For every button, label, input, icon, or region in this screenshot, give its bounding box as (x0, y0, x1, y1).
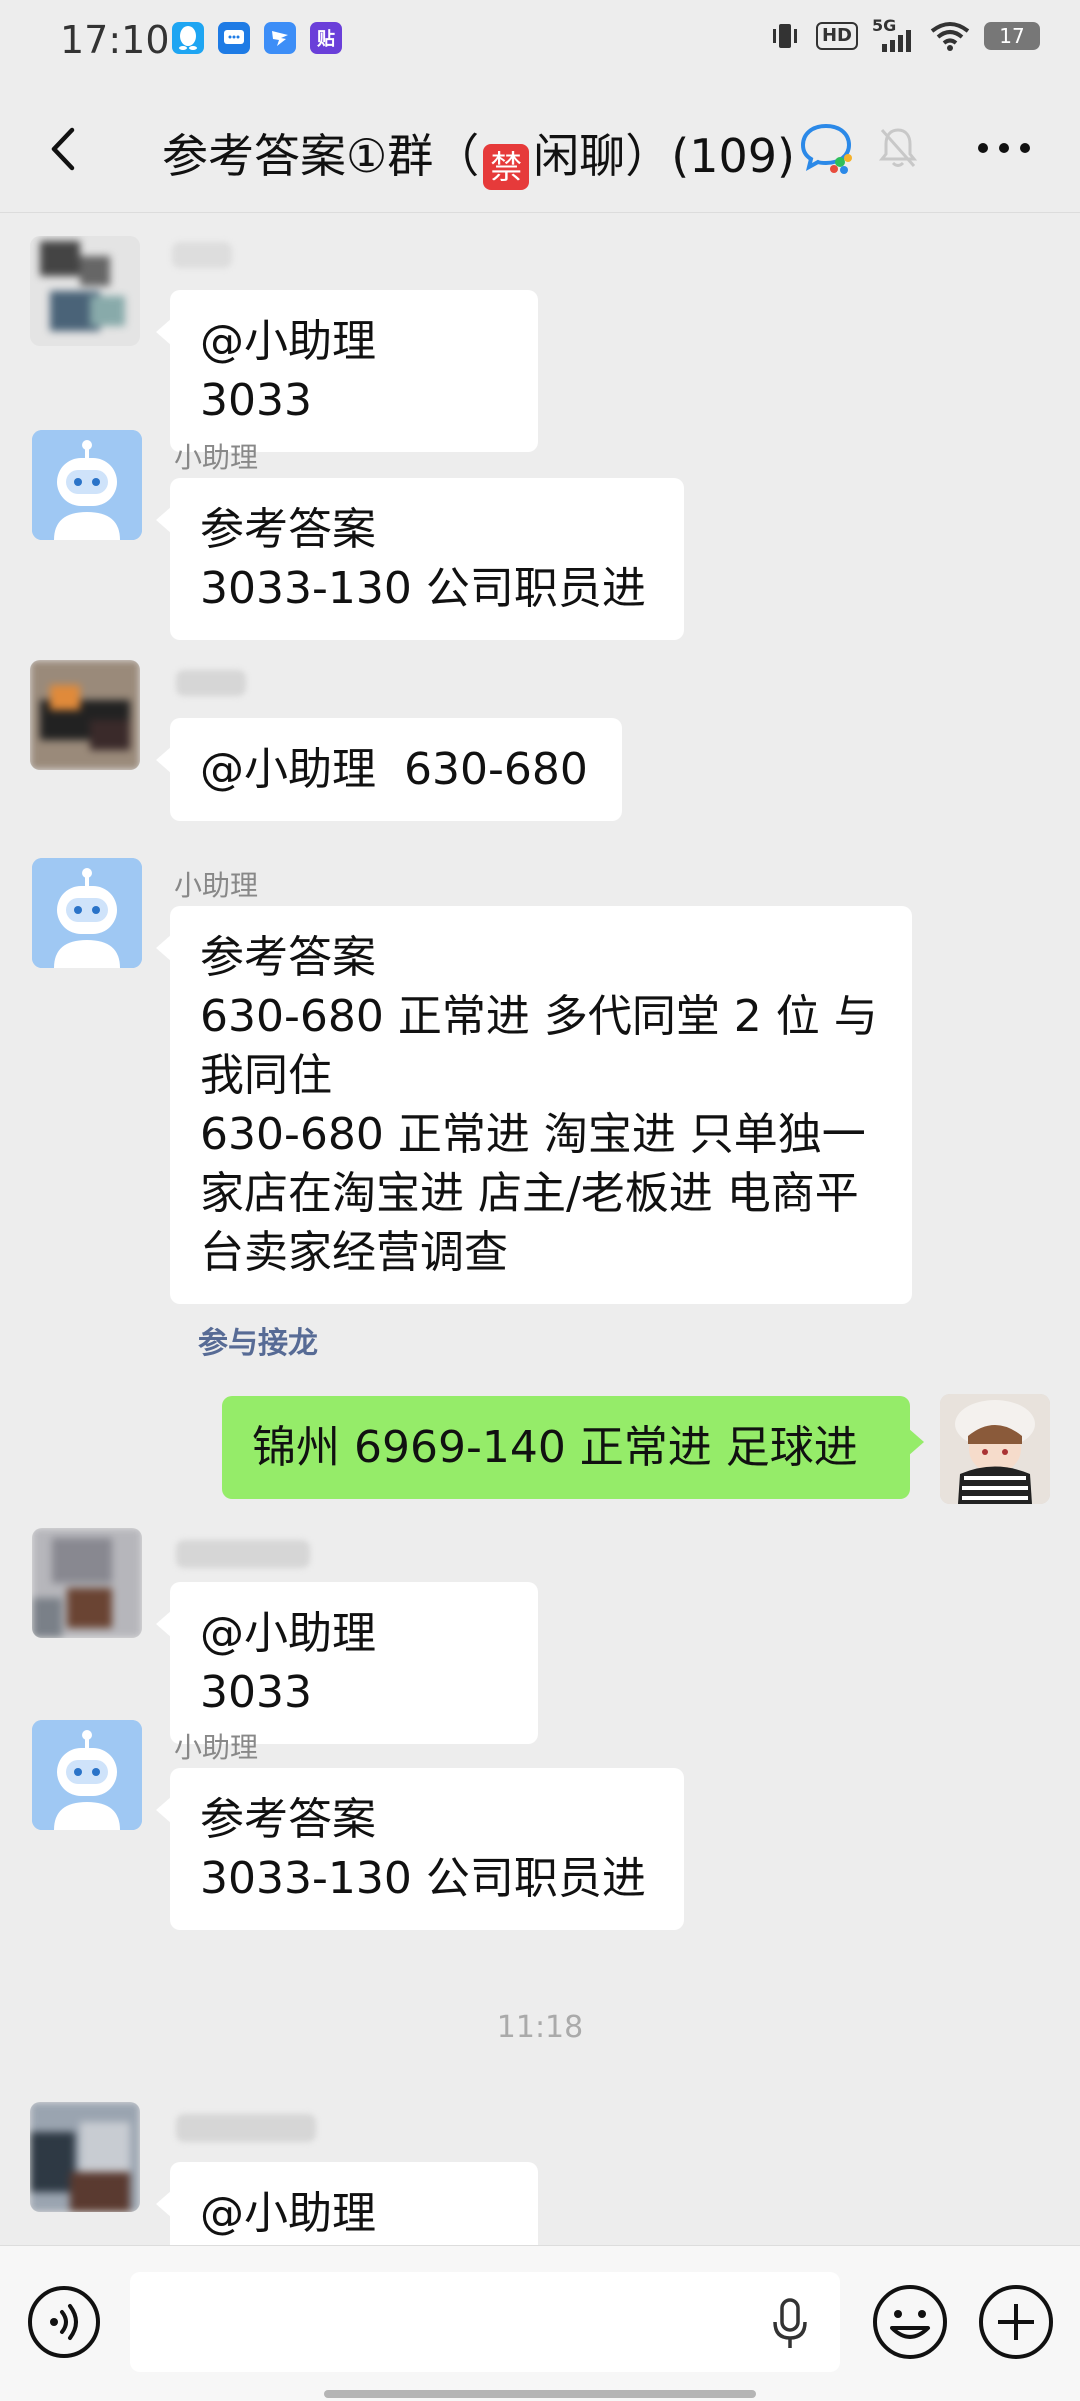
voice-icon (28, 2286, 100, 2358)
message-bubble[interactable]: @小助理 3033 (156, 1582, 538, 1744)
robot-icon (32, 1720, 142, 1830)
tieba-icon: 贴 (310, 22, 342, 54)
dingtalk-icon (264, 22, 296, 54)
hd-badge: HD (815, 22, 858, 50)
robot-icon (32, 858, 142, 968)
chat-header: 参考答案①群（禁闲聊）(109) (0, 84, 1080, 213)
my-message-bubble[interactable]: 锦州 6969-140 正常进 足球进 (222, 1396, 924, 1499)
robot-icon (32, 430, 142, 540)
title-suffix: 闲聊）(109) (533, 129, 795, 183)
message-bubble[interactable]: 参考答案 630-680 正常进 多代同堂 2 位 与我同住 630-680 正… (156, 906, 912, 1304)
back-arrow-icon (51, 127, 75, 171)
avatar[interactable] (30, 236, 140, 346)
plus-icon (979, 2285, 1053, 2359)
sender-name: 小助理 (174, 1731, 259, 1764)
signal-icon: 5G (872, 16, 916, 52)
message-bubble[interactable]: @小助理 630-680 (156, 718, 622, 821)
message-bubble[interactable]: @小助理 3033 (156, 290, 538, 452)
avatar[interactable] (30, 660, 140, 770)
sender-name-blurred (176, 2114, 316, 2142)
join-relay-link[interactable]: 参与接龙 (198, 1318, 318, 1362)
message-icon (218, 22, 250, 54)
mute-icon (878, 126, 918, 174)
more-functions-button[interactable] (976, 2282, 1056, 2366)
more-options-button[interactable] (976, 140, 1032, 159)
status-time: 17:10 (60, 18, 170, 62)
message-bubble[interactable]: @小助理 7388 (156, 2162, 538, 2245)
vibrate-icon (772, 24, 797, 48)
back-button[interactable] (40, 124, 90, 174)
mic-icon[interactable] (770, 2298, 810, 2354)
qq-icon (172, 22, 204, 54)
battery-indicator: 17 (984, 22, 1040, 50)
avatar[interactable] (30, 2102, 140, 2212)
bot-avatar[interactable] (32, 858, 142, 968)
sender-name: 小助理 (174, 869, 259, 902)
my-avatar[interactable] (940, 1394, 1050, 1504)
bot-avatar[interactable] (32, 1720, 142, 1830)
title-prefix: 参考答案①群（ (162, 129, 480, 183)
bot-avatar[interactable] (32, 430, 142, 540)
ban-badge: 禁 (483, 144, 530, 190)
message-bubble[interactable]: 参考答案 3033-130 公司职员进 (156, 1768, 684, 1930)
sender-name-blurred (176, 670, 246, 696)
chat-title: 参考答案①群（禁闲聊）(109) (162, 120, 795, 190)
emoji-button[interactable] (870, 2282, 950, 2366)
wecom-icon[interactable] (800, 122, 856, 180)
status-bar: 17:10 贴 HD 5G 17 (0, 0, 1080, 84)
sender-name: 小助理 (174, 441, 259, 474)
message-bubble[interactable]: 参考答案 3033-130 公司职员进 (156, 478, 684, 640)
message-input[interactable] (130, 2272, 840, 2372)
emoji-icon (873, 2285, 947, 2359)
message-timestamp: 11:18 (496, 2010, 584, 2045)
home-indicator[interactable] (324, 2390, 756, 2398)
input-bar (0, 2245, 1080, 2401)
system-status: HD 5G 17 (768, 16, 1040, 52)
chat-message-list[interactable]: @小助理 3033 小助理 参考答案 3033-130 公司职员进 @小助理 6… (0, 212, 1080, 2245)
more-dots-icon (978, 143, 1030, 153)
voice-toggle-button[interactable] (26, 2284, 102, 2364)
notification-icons: 贴 (172, 22, 342, 54)
sender-name-blurred (176, 1540, 310, 1568)
wifi-icon (930, 22, 970, 51)
avatar[interactable] (32, 1528, 142, 1638)
sender-name-blurred (172, 242, 232, 268)
